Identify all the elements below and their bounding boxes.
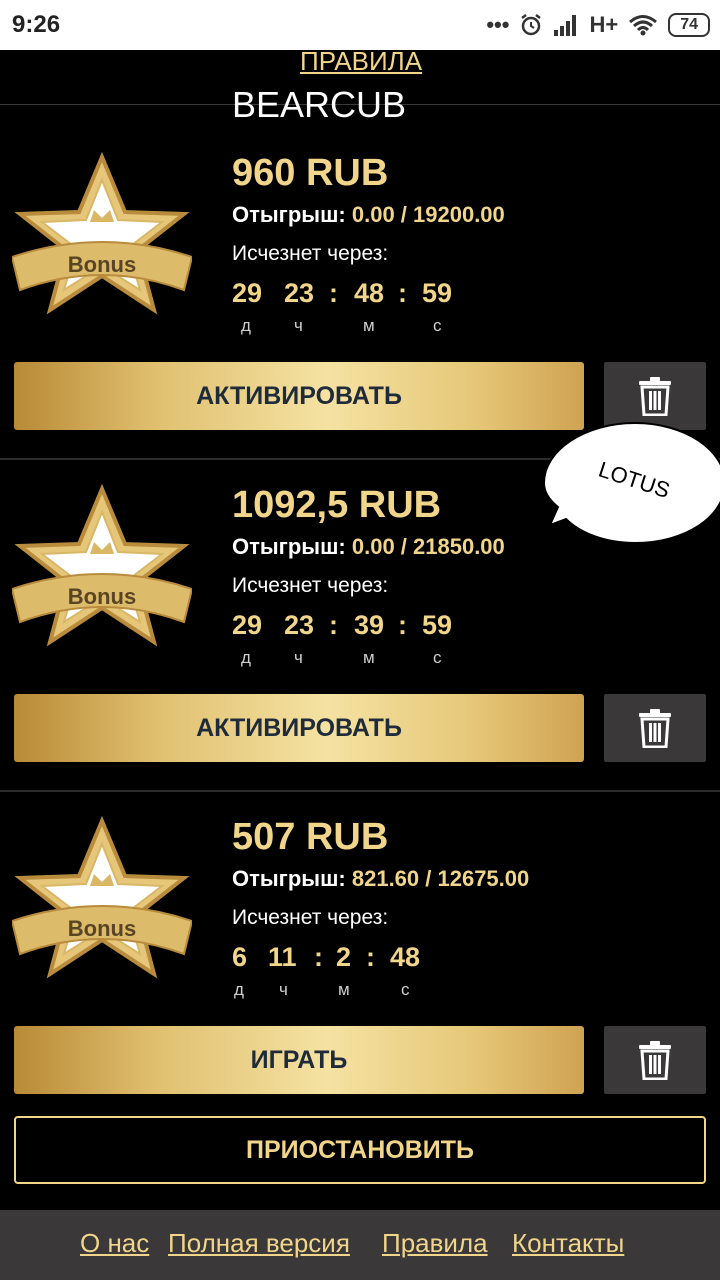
countdown-timer: 6 11 : 2 : 48: [232, 942, 532, 976]
wager-value: 821.60 / 12675.00: [351, 866, 530, 891]
wager-label: Отыгрыш:: [232, 202, 346, 227]
bonus-card: Bonus 507 RUB Отыгрыш: 821.60 / 12675.00…: [0, 816, 720, 1148]
timer-colon: :: [398, 610, 407, 640]
play-button[interactable]: ИГРАТЬ: [14, 1026, 584, 1094]
timer-colon: :: [314, 942, 323, 972]
network-type: H+: [589, 12, 619, 37]
timer-units: д ч м с: [232, 316, 532, 338]
footer-link-about[interactable]: О нас: [80, 1228, 149, 1259]
timer-minutes: 39: [354, 610, 385, 640]
wager-label: Отыгрыш:: [232, 534, 346, 559]
bonus-amount: 960 RUB: [232, 152, 389, 194]
trash-icon: [639, 377, 671, 416]
timer-units: д ч м с: [232, 980, 532, 1002]
timer-days: 6: [232, 942, 248, 972]
timer-seconds: 48: [390, 942, 421, 972]
activate-button[interactable]: АКТИВИРОВАТЬ: [14, 694, 584, 762]
status-icons: ••• H+ 74: [486, 10, 710, 40]
unit-seconds: с: [401, 980, 410, 999]
delete-button[interactable]: [604, 1026, 706, 1094]
rules-link[interactable]: ПРАВИЛА: [300, 50, 422, 77]
status-bar: 9:26 ••• H+ 74: [0, 0, 720, 50]
expires-label: Исчезнет через:: [232, 906, 389, 929]
timer-seconds: 59: [422, 278, 453, 308]
wifi-icon: [629, 15, 658, 36]
timer-hours: 23: [284, 610, 315, 640]
unit-hours: ч: [294, 316, 303, 335]
trash-icon: [639, 1041, 671, 1080]
timer-hours: 11: [268, 942, 297, 972]
alarm-icon: [521, 14, 542, 36]
wager-row: Отыгрыш: 0.00 / 21850.00: [232, 534, 505, 560]
unit-seconds: с: [433, 316, 442, 335]
divider: [0, 790, 720, 792]
timer-hours: 23: [284, 278, 315, 308]
bonus-amount: 1092,5 RUB: [232, 484, 442, 526]
trash-icon: [639, 709, 671, 748]
unit-hours: ч: [294, 648, 303, 667]
timer-seconds: 59: [422, 610, 453, 640]
countdown-timer: 29 23 : 48 : 59: [232, 278, 532, 312]
activate-button[interactable]: АКТИВИРОВАТЬ: [14, 362, 584, 430]
delete-button[interactable]: [604, 694, 706, 762]
unit-minutes: м: [363, 648, 375, 667]
brand-name: BEARCUB: [232, 84, 407, 125]
signal-icon: [554, 15, 577, 36]
unit-hours: ч: [279, 980, 288, 999]
expires-label: Исчезнет через:: [232, 242, 389, 265]
bonus-star-icon: Bonus: [12, 484, 192, 647]
unit-minutes: м: [338, 980, 350, 999]
more-dots-icon: •••: [486, 12, 510, 37]
bonus-list: ПРАВИЛА BEARCUB Bonus 960 RUB Отыгрыш: 0…: [0, 50, 720, 1210]
timer-colon: :: [366, 942, 375, 972]
pause-button[interactable]: ПРИОСТАНОВИТЬ: [14, 1116, 706, 1184]
status-time: 9:26: [12, 11, 61, 38]
timer-minutes: 48: [354, 278, 385, 308]
star-badge-text: Bonus: [68, 252, 136, 277]
footer-link-contacts[interactable]: Контакты: [512, 1228, 624, 1259]
timer-days: 29: [232, 278, 263, 308]
star-badge-text: Bonus: [68, 916, 136, 941]
unit-days: д: [241, 648, 251, 667]
battery-icon: 74: [668, 13, 710, 37]
wager-row: Отыгрыш: 821.60 / 12675.00: [232, 866, 529, 892]
unit-days: д: [234, 980, 244, 999]
countdown-timer: 29 23 : 39 : 59: [232, 610, 532, 644]
footer: О нас Полная версия Правила Контакты: [0, 1210, 720, 1280]
timer-colon: :: [329, 278, 338, 308]
bonus-star-icon: Bonus: [12, 816, 192, 979]
footer-link-rules[interactable]: Правила: [382, 1228, 488, 1259]
expires-label: Исчезнет через:: [232, 574, 389, 597]
speech-bubble: LOTUS: [542, 421, 720, 545]
timer-colon: :: [398, 278, 407, 308]
bonus-star-icon: Bonus: [12, 152, 192, 315]
unit-minutes: м: [363, 316, 375, 335]
wager-row: Отыгрыш: 0.00 / 19200.00: [232, 202, 505, 228]
wager-label: Отыгрыш:: [232, 866, 346, 891]
footer-link-full-version[interactable]: Полная версия: [168, 1228, 350, 1259]
timer-colon: :: [329, 610, 338, 640]
unit-days: д: [241, 316, 251, 335]
wager-value: 0.00 / 21850.00: [351, 534, 505, 559]
wager-value: 0.00 / 19200.00: [351, 202, 505, 227]
timer-days: 29: [232, 610, 263, 640]
timer-units: д ч м с: [232, 648, 532, 670]
timer-minutes: 2: [336, 942, 352, 972]
unit-seconds: с: [433, 648, 442, 667]
bonus-amount: 507 RUB: [232, 816, 389, 858]
star-badge-text: Bonus: [68, 584, 136, 609]
